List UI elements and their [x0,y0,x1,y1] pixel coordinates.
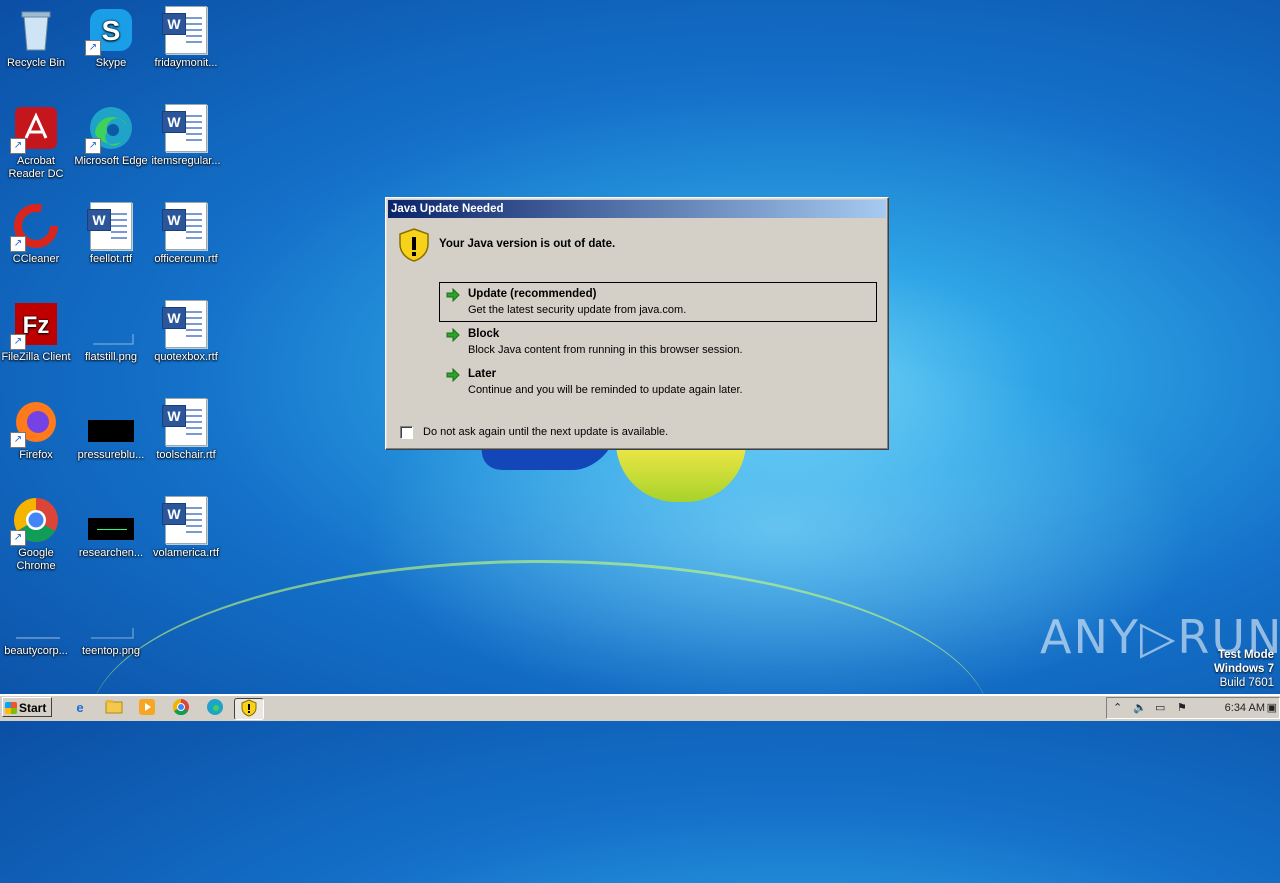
svg-text:S: S [102,15,121,46]
recycle-bin-icon [12,6,60,54]
shortcut-arrow-icon: ↗ [10,530,26,546]
desktop-icon-fridaymonit[interactable]: W fridaymonit... [148,0,224,70]
desktop-icon-toolschair[interactable]: W toolschair.rtf [148,392,224,462]
warning-shield-icon [398,228,430,267]
test-mode-notice: Test Mode Windows 7 Build 7601 [1214,648,1274,690]
taskbar: Start e ⌃ 🔈 ▭ ⚑ 6:34 AM ▣ [0,694,1280,721]
block-option-title: Block [468,328,500,340]
word-document-icon: W [162,398,210,446]
os-label: Windows 7 [1214,663,1274,675]
desktop-icon-volamerica[interactable]: W volamerica.rtf [148,490,224,560]
desktop-icon-feellot[interactable]: W feellot.rtf [73,196,149,266]
do-not-ask-label[interactable]: Do not ask again until the next update i… [423,426,668,438]
desktop-icon-edge[interactable]: ↗ Microsoft Edge [73,98,149,168]
desktop-icon-quotexbox[interactable]: W quotexbox.rtf [148,294,224,364]
explorer-icon[interactable] [104,698,124,718]
acrobat-icon: ↗ [10,104,60,154]
word-document-icon: W [162,104,210,152]
word-document-icon: W [162,300,210,348]
desktop-icon-ccleaner[interactable]: ↗ CCleaner [0,196,74,266]
edge-icon: ↗ [85,104,135,154]
clock[interactable]: 6:34 AM [1225,702,1265,714]
volume-icon[interactable]: 🔈 [1133,701,1147,714]
shortcut-arrow-icon: ↗ [10,432,26,448]
green-arrow-icon [446,327,460,347]
word-document-icon: W [162,6,210,54]
desktop-icon-skype[interactable]: S ↗ Skype [73,0,149,70]
desktop-icon-recycle-bin[interactable]: Recycle Bin [0,0,74,70]
later-option-title: Later [468,368,497,380]
desktop-icon-chrome[interactable]: ↗ Google Chrome [0,490,74,573]
test-mode-label: Test Mode [1217,649,1274,661]
shortcut-arrow-icon: ↗ [10,334,26,350]
chrome-taskbar-icon[interactable] [171,698,191,718]
block-option[interactable]: Block Block Java content from running in… [439,322,877,362]
dialog-headline: Your Java version is out of date. [439,238,616,250]
image-file-icon [12,594,66,642]
desktop-icon-itemsregular[interactable]: W itemsregular... [148,98,224,168]
image-file-icon [87,594,135,642]
start-label: Start [19,701,47,715]
dialog-title[interactable]: Java Update Needed [388,200,886,218]
word-document-icon: W [162,496,210,544]
windows-logo-icon [5,702,17,714]
image-file-icon [87,496,135,544]
build-label: Build 7601 [1219,677,1274,689]
green-arrow-icon [446,287,460,307]
chrome-icon: ↗ [10,496,60,546]
later-option[interactable]: Later Continue and you will be reminded … [439,362,877,402]
firefox-icon: ↗ [10,398,60,448]
edge-taskbar-icon[interactable] [205,698,225,718]
show-hidden-icons-icon[interactable]: ⌃ [1113,701,1122,714]
word-document-icon: W [87,202,135,250]
desktop-icon-pressureblu[interactable]: pressureblu... [73,392,149,462]
desktop-icon-teentop[interactable]: teentop.png [73,588,149,658]
shortcut-arrow-icon: ↗ [10,138,26,154]
show-desktop-icon[interactable]: ▣ [1267,701,1277,714]
desktop-icon-beautycorp[interactable]: beautycorp... [0,588,74,658]
desktop-icon-researchen[interactable]: researchen... [73,490,149,560]
update-option[interactable]: Update (recommended) Get the latest secu… [439,282,877,322]
ccleaner-icon: ↗ [10,202,60,252]
network-icon[interactable]: ▭ [1155,701,1165,714]
desktop-icon-firefox[interactable]: ↗ Firefox [0,392,74,462]
filezilla-icon: Fz ↗ [10,300,60,350]
update-option-title: Update (recommended) [468,288,597,300]
desktop-icon-filezilla[interactable]: Fz ↗ FileZilla Client [0,294,74,364]
svg-text:Fz: Fz [23,312,50,339]
image-file-icon [87,398,135,446]
green-arrow-icon [446,367,460,387]
wallpaper-curve [90,560,990,883]
desktop-icon-officercum[interactable]: W officercum.rtf [148,196,224,266]
desktop-icon-flatstill[interactable]: flatstill.png [73,294,149,364]
shortcut-arrow-icon: ↗ [85,138,101,154]
do-not-ask-checkbox[interactable] [400,426,413,439]
update-option-desc: Get the latest security update from java… [468,304,687,316]
system-tray: ⌃ 🔈 ▭ ⚑ 6:34 AM ▣ [1106,697,1280,719]
action-center-flag-icon[interactable]: ⚑ [1177,701,1187,714]
media-player-icon[interactable] [137,698,157,718]
later-option-desc: Continue and you will be reminded to upd… [468,384,743,396]
block-option-desc: Block Java content from running in this … [468,344,743,356]
desktop-icon-acrobat[interactable]: ↗ Acrobat Reader DC [0,98,74,181]
shortcut-arrow-icon: ↗ [85,40,101,56]
image-file-icon [87,300,135,348]
ie-icon[interactable]: e [70,698,90,718]
word-document-icon: W [162,202,210,250]
skype-icon: S ↗ [85,6,135,56]
start-button[interactable]: Start [2,697,52,717]
java-update-dialog: Java Update Needed Your Java version is … [385,197,889,450]
java-warning-taskbar-icon[interactable] [234,698,264,720]
shortcut-arrow-icon: ↗ [10,236,26,252]
